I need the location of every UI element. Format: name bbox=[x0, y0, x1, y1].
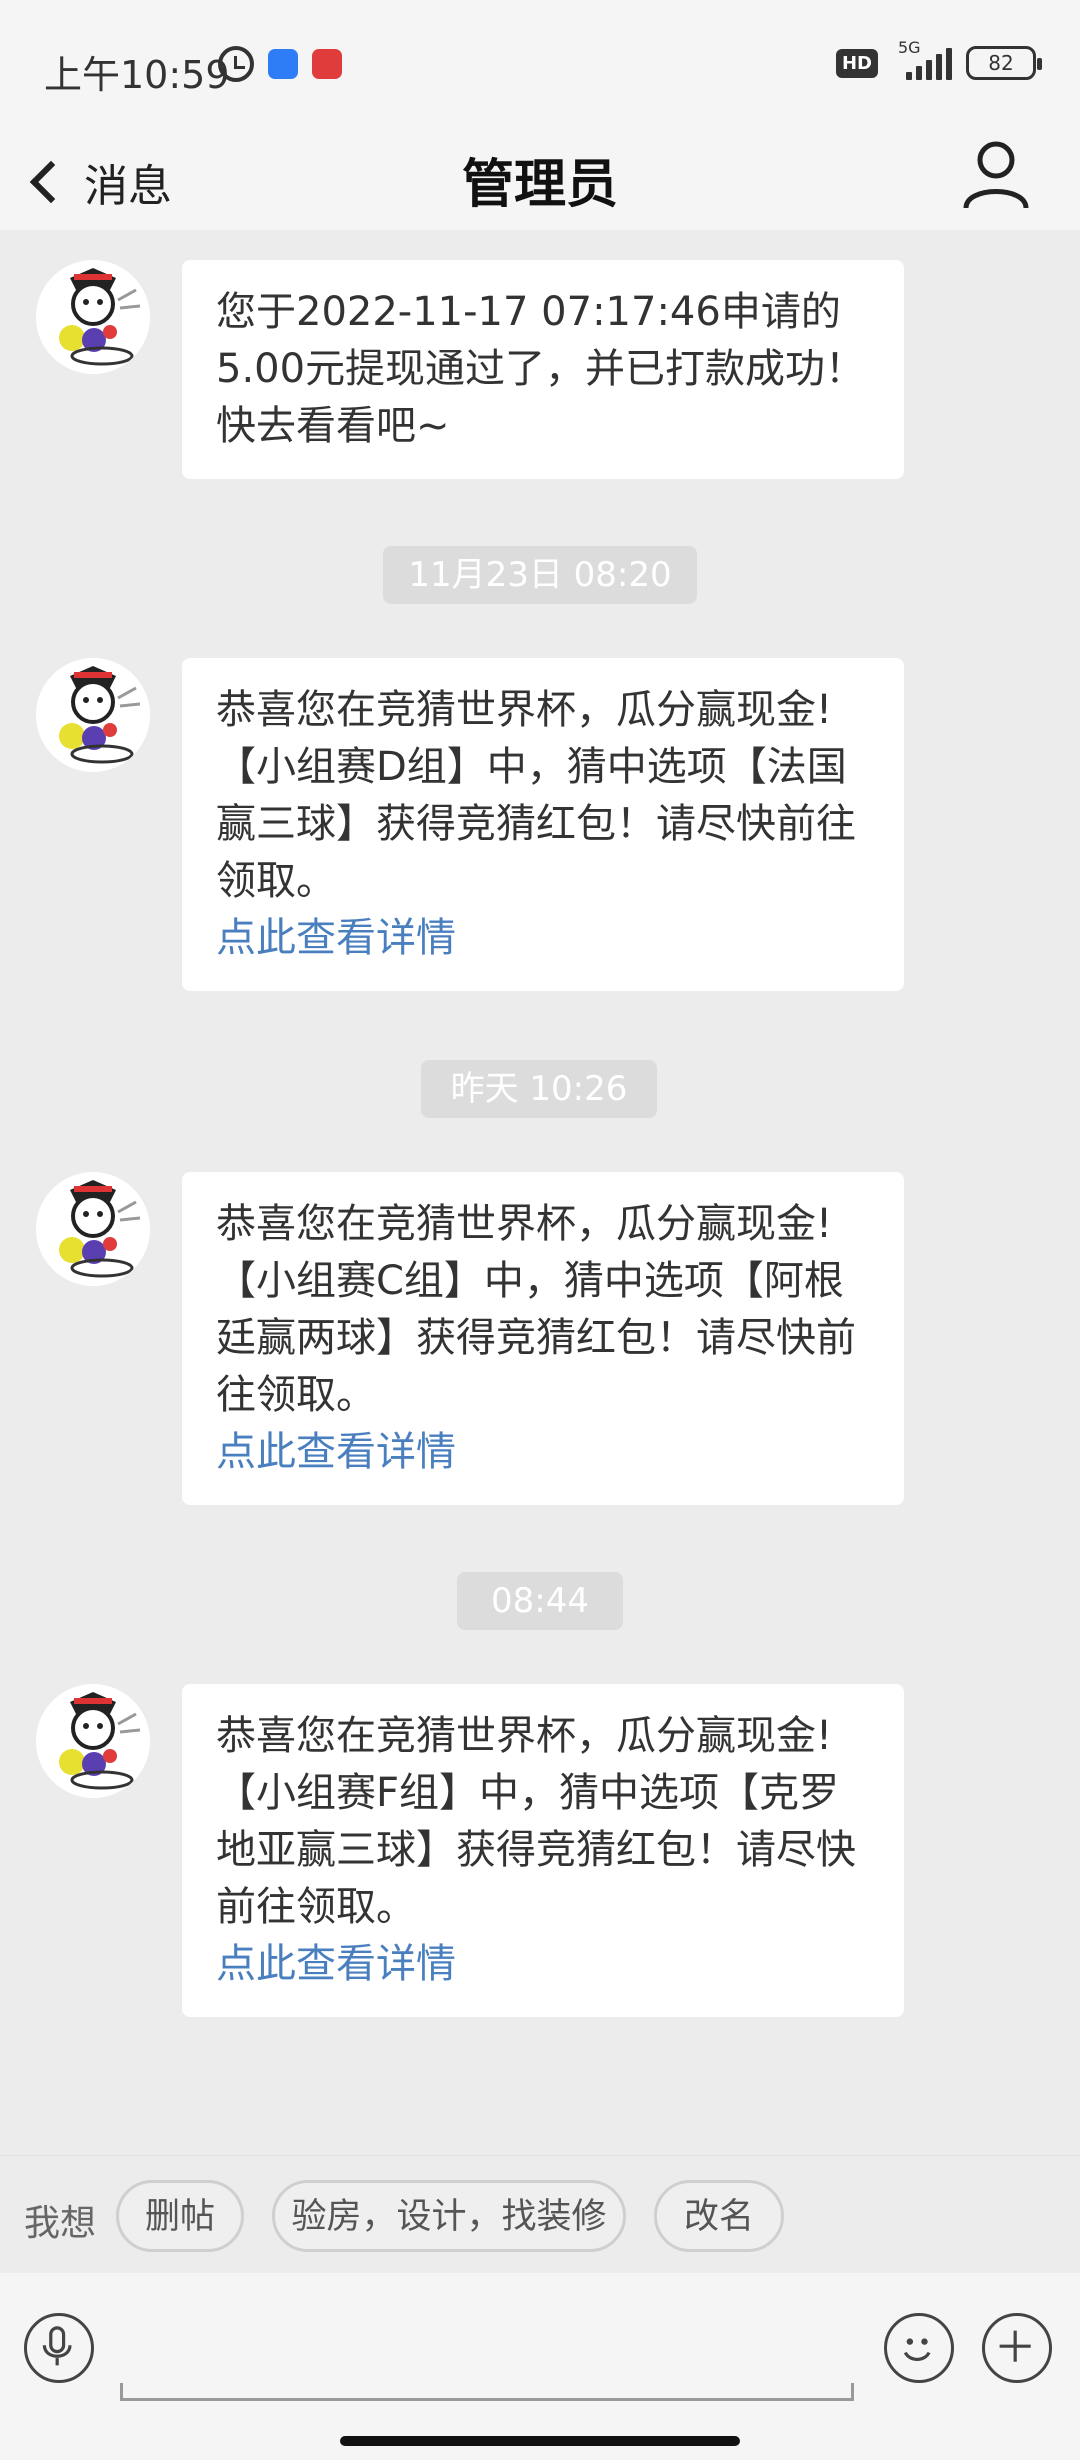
page-title: 管理员 bbox=[461, 155, 618, 215]
battery-icon: 82 bbox=[966, 46, 1042, 80]
message-bubble[interactable]: 恭喜您在竞猜世界杯，瓜分赢现金!【小组赛F组】中，猜中选项【克罗地亚赢三球】获得… bbox=[182, 1684, 904, 2017]
avatar[interactable] bbox=[36, 1172, 150, 1286]
cartoon-avatar-icon bbox=[36, 658, 150, 772]
message-bubble[interactable]: 恭喜您在竞猜世界杯，瓜分赢现金!【小组赛C组】中，猜中选项【阿根廷赢两球】获得竞… bbox=[182, 1172, 904, 1505]
status-bar: 上午10:59 HD 5G 82 bbox=[0, 0, 1080, 130]
message-bubble[interactable]: 您于2022-11-17 07:17:46申请的5.00元提现通过了，并已打款成… bbox=[182, 260, 904, 479]
battery-level: 82 bbox=[988, 51, 1014, 75]
timestamp-pill: 昨天 10:26 bbox=[421, 1060, 657, 1118]
message-bubble[interactable]: 恭喜您在竞猜世界杯，瓜分赢现金!【小组赛D组】中，猜中选项【法国赢三球】获得竞猜… bbox=[182, 658, 904, 991]
app-notification-icon bbox=[312, 49, 342, 79]
message-text: 恭喜您在竞猜世界杯，瓜分赢现金!【小组赛D组】中，猜中选项【法国赢三球】获得竞猜… bbox=[216, 687, 856, 904]
user-profile-icon[interactable] bbox=[956, 134, 1036, 214]
emoji-button[interactable] bbox=[884, 2313, 954, 2383]
voice-input-button[interactable] bbox=[24, 2313, 94, 2383]
app-notification-icon bbox=[268, 49, 298, 79]
chat-list[interactable]: 您于2022-11-17 07:17:46申请的5.00元提现通过了，并已打款成… bbox=[0, 230, 1080, 2155]
cartoon-avatar-icon bbox=[36, 1172, 150, 1286]
avatar[interactable] bbox=[36, 658, 150, 772]
status-icons-left bbox=[214, 46, 342, 82]
message-text: 您于2022-11-17 07:17:46申请的5.00元提现通过了，并已打款成… bbox=[216, 289, 866, 449]
alarm-icon bbox=[218, 46, 254, 82]
microphone-icon bbox=[42, 2326, 72, 2366]
view-details-link[interactable]: 点此查看详情 bbox=[216, 910, 870, 967]
avatar[interactable] bbox=[36, 1684, 150, 1798]
quick-reply-label: 我想 bbox=[24, 2203, 97, 2244]
message-text: 恭喜您在竞猜世界杯，瓜分赢现金!【小组赛F组】中，猜中选项【克罗地亚赢三球】获得… bbox=[216, 1713, 856, 1930]
avatar[interactable] bbox=[36, 260, 150, 374]
plus-icon bbox=[999, 2330, 1031, 2362]
status-time: 上午10:59 bbox=[44, 53, 230, 97]
input-bar bbox=[0, 2273, 1080, 2460]
view-details-link[interactable]: 点此查看详情 bbox=[216, 1936, 870, 1993]
smiley-icon bbox=[903, 2338, 931, 2362]
status-icons-right: HD 5G 82 bbox=[835, 38, 1042, 80]
cartoon-avatar-icon bbox=[36, 1684, 150, 1798]
add-attachment-button[interactable] bbox=[982, 2313, 1052, 2383]
network-type: 5G bbox=[898, 38, 921, 57]
quick-reply-chip-delete-post[interactable]: 删帖 bbox=[116, 2180, 244, 2252]
nav-header: 消息 管理员 bbox=[0, 130, 1080, 230]
cartoon-avatar-icon bbox=[36, 260, 150, 374]
hd-badge: HD bbox=[835, 48, 878, 78]
timestamp-pill: 08:44 bbox=[457, 1572, 623, 1630]
home-indicator[interactable] bbox=[340, 2436, 740, 2446]
message-text: 恭喜您在竞猜世界杯，瓜分赢现金!【小组赛C组】中，猜中选项【阿根廷赢两球】获得竞… bbox=[216, 1201, 856, 1418]
view-details-link[interactable]: 点此查看详情 bbox=[216, 1424, 870, 1481]
signal-icon: 5G bbox=[892, 38, 952, 80]
quick-reply-bar: 我想 删帖 验房，设计，找装修 改名 bbox=[0, 2155, 1080, 2273]
quick-reply-chip-renovation[interactable]: 验房，设计，找装修 bbox=[272, 2180, 626, 2252]
quick-reply-chip-rename[interactable]: 改名 bbox=[654, 2180, 784, 2252]
timestamp-pill: 11月23日 08:20 bbox=[383, 546, 697, 604]
message-input[interactable] bbox=[120, 2383, 854, 2401]
